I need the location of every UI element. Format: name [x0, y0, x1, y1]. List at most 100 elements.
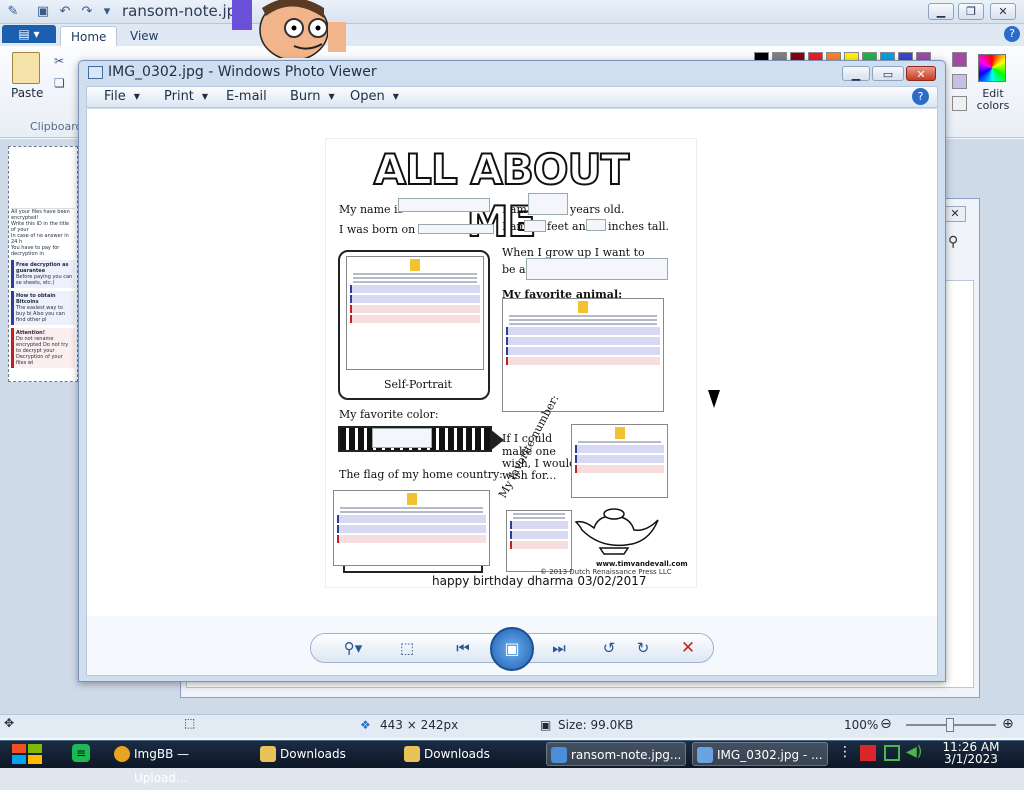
pasted-ransom-note [586, 219, 606, 231]
start-button[interactable] [10, 742, 44, 766]
paint-file-menu-button[interactable]: ▤ ▾ [2, 25, 56, 43]
thumb-line: All your files have been encrypted! [11, 209, 70, 221]
pasted-ransom-note [398, 198, 490, 212]
volume-icon[interactable]: ◀) [906, 744, 922, 760]
chevron-down-icon: ▼ [392, 92, 399, 101]
previous-icon[interactable]: ⏮ [450, 636, 476, 660]
pasted-ransom-note [528, 193, 568, 215]
ransom-note-image: All your files have been encrypted! Writ… [8, 146, 78, 382]
zoom-level: 100% [844, 718, 879, 732]
pasted-ransom-note [506, 510, 572, 572]
paint-close-button[interactable]: ✕ [990, 3, 1016, 20]
thumb-line: You have to pay for decryption in [11, 245, 60, 257]
label-age-prefix: I am [502, 203, 527, 216]
label-self-portrait: Self-Portrait [384, 378, 452, 391]
lock-icon [410, 259, 420, 271]
rotate-counterclockwise-icon[interactable]: ↺ [596, 636, 622, 660]
taskbar-item-photo-viewer[interactable]: IMG_0302.jpg - ... [692, 742, 828, 766]
zoom-out-icon[interactable]: ⊖ [880, 716, 892, 732]
background-close-icon[interactable]: ✕ [944, 206, 966, 222]
taskbar-item-imgbb[interactable]: ImgBB — Upload... [110, 742, 242, 785]
taskbar-item-downloads-1[interactable]: Downloads [256, 742, 390, 766]
viewer-maximize-button[interactable]: ▭ [872, 66, 904, 81]
menu-file[interactable]: File ▼ [104, 89, 140, 104]
palette-color-10[interactable] [952, 52, 967, 67]
paint-restore-button[interactable]: ❐ [958, 3, 984, 20]
worksheet-website: www.timvandevall.com [596, 560, 688, 568]
label-flag: The flag of my home country: [339, 468, 503, 481]
label-color: My favorite color: [339, 408, 439, 421]
photo-viewer-icon [88, 66, 103, 79]
selection-size-icon: ⬚ [184, 716, 196, 730]
zoom-in-icon[interactable]: ⊕ [1002, 716, 1014, 732]
rotate-clockwise-icon[interactable]: ↻ [630, 636, 656, 660]
undo-icon[interactable]: ↶ [56, 3, 74, 21]
mouse-cursor [708, 390, 720, 408]
paint-minimize-button[interactable]: ▁ [928, 3, 954, 20]
copy-icon[interactable]: ❏ [54, 76, 65, 90]
label-name: My name is [339, 203, 404, 216]
redo-icon[interactable]: ↷ [78, 3, 96, 21]
save-icon[interactable]: ▣ [34, 3, 52, 21]
menu-open[interactable]: Open ▼ [350, 89, 399, 104]
zoom-slider-thumb[interactable] [946, 718, 954, 732]
viewer-close-button[interactable]: ✕ [906, 66, 936, 81]
delete-icon[interactable]: ✕ [675, 636, 701, 660]
paint-app-icon[interactable]: ✎ [4, 3, 22, 21]
pasted-ransom-note [524, 220, 546, 232]
tab-view[interactable]: View [120, 26, 168, 46]
pasted-ransom-note [571, 424, 668, 498]
cut-icon[interactable]: ✂ [54, 54, 64, 68]
thumb-line: In case of no answer in 24 h [11, 233, 69, 245]
tab-home[interactable]: Home [60, 26, 118, 46]
pasted-ransom-note [526, 258, 668, 280]
slideshow-icon[interactable]: ▣ [490, 627, 534, 671]
zoom-icon[interactable]: ⚲▾ [336, 636, 370, 660]
paint-window-title: ransom-note.jpg [122, 2, 246, 20]
paint-help-icon[interactable]: ? [1004, 26, 1020, 42]
genie-lamp-drawing [574, 508, 659, 555]
paste-icon[interactable] [12, 52, 40, 84]
fit-window-icon[interactable]: ⬚ [394, 636, 420, 660]
pasted-ransom-note [418, 224, 494, 234]
lock-icon [614, 427, 625, 439]
label-born: I was born on [339, 223, 416, 236]
paint-icon [551, 747, 567, 763]
search-icon[interactable]: ⚲ [948, 234, 970, 254]
thumb-block: Attention! Do not rename encrypted Do not… [11, 328, 75, 368]
viewer-help-icon[interactable]: ? [912, 88, 929, 105]
viewer-minimize-button[interactable]: ▁ [842, 66, 870, 81]
palette-color-11[interactable] [952, 74, 967, 89]
move-cursor-icon: ✥ [4, 716, 15, 730]
edit-colors-icon[interactable] [978, 54, 1006, 82]
customize-icon[interactable]: ▾ [98, 3, 116, 21]
taskbar-item-paint[interactable]: ransom-note.jpg... [546, 742, 686, 766]
lock-icon [406, 493, 417, 505]
menu-burn[interactable]: Burn ▼ [290, 89, 335, 104]
thumb-line: Write this ID in the title of your [11, 221, 70, 233]
file-size-icon: ▣ [540, 718, 552, 732]
palette-color-12[interactable] [952, 96, 967, 111]
next-icon[interactable]: ⏭ [546, 636, 572, 660]
pinned-app-icon[interactable]: ≡ [72, 744, 90, 762]
photo-viewer-icon [697, 747, 713, 763]
pasted-ransom-note [346, 256, 484, 370]
flag-icon[interactable] [860, 745, 876, 761]
edit-colors-label[interactable]: Edit colors [976, 88, 1010, 112]
paste-button-label[interactable]: Paste [11, 86, 43, 100]
photo-caption: happy birthday dharma 03/02/2017 [432, 574, 647, 588]
label-be-a: be a [502, 263, 526, 276]
clipboard-group-label: Clipboard [30, 120, 83, 133]
viewer-menu-bar [86, 86, 938, 108]
system-clock[interactable]: 11:26 AM 3/1/2023 [936, 741, 1006, 765]
chevron-down-icon: ▼ [133, 92, 140, 101]
thumb-block: How to obtain Bitcoins The easiest way to… [11, 291, 75, 325]
network-icon[interactable] [884, 745, 900, 761]
chevron-down-icon: ▼ [328, 92, 335, 101]
avatar-sticker [232, 0, 346, 58]
overflow-icon[interactable]: ⋮ [838, 744, 852, 760]
thumb-block: Free decryption as guarantee Before payin… [11, 260, 75, 288]
menu-print[interactable]: Print ▼ [164, 89, 208, 104]
menu-email[interactable]: E-mail [226, 89, 267, 104]
taskbar-item-downloads-2[interactable]: Downloads [400, 742, 532, 766]
